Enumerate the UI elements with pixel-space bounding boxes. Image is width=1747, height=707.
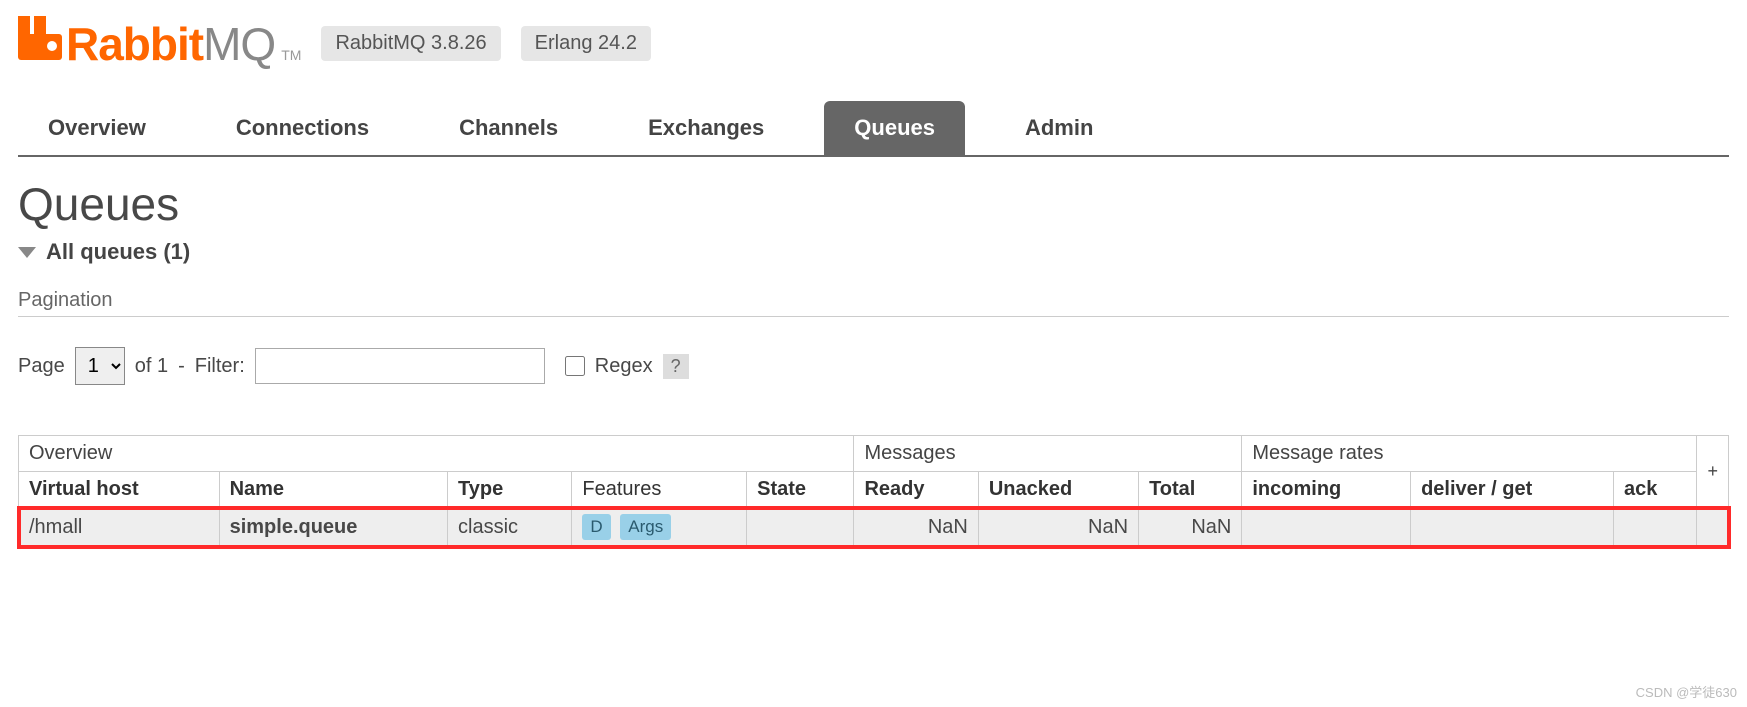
tab-admin[interactable]: Admin <box>995 101 1123 155</box>
col-incoming[interactable]: incoming <box>1242 472 1411 508</box>
logo-text-rabbit: Rabbit <box>66 17 203 71</box>
col-type[interactable]: Type <box>448 472 572 508</box>
section-header[interactable]: All queues (1) <box>18 239 1729 265</box>
page-of-label: of 1 <box>135 355 168 378</box>
logo[interactable]: RabbitMQ TM <box>18 16 301 71</box>
page-title: Queues <box>18 177 1729 231</box>
cell-ack <box>1613 508 1697 547</box>
cell-deliver-get <box>1411 508 1614 547</box>
tab-queues[interactable]: Queues <box>824 101 965 155</box>
feature-badge-d: D <box>582 514 610 540</box>
rabbitmq-version-badge: RabbitMQ 3.8.26 <box>321 26 500 61</box>
filter-dash: - <box>178 355 185 378</box>
cell-type: classic <box>448 508 572 547</box>
col-vhost[interactable]: Virtual host <box>19 472 220 508</box>
filter-row: Page 1 of 1 - Filter: Regex ? <box>18 347 1729 385</box>
header: RabbitMQ TM RabbitMQ 3.8.26 Erlang 24.2 <box>18 16 1729 71</box>
tab-exchanges[interactable]: Exchanges <box>618 101 794 155</box>
cell-features: D Args <box>572 508 747 547</box>
col-features[interactable]: Features <box>572 472 747 508</box>
collapse-icon <box>18 247 36 258</box>
add-column-button[interactable]: + <box>1697 436 1729 508</box>
regex-help-icon[interactable]: ? <box>663 354 689 379</box>
cell-incoming <box>1242 508 1411 547</box>
group-overview: Overview <box>19 436 854 472</box>
col-total[interactable]: Total <box>1139 472 1242 508</box>
watermark: CSDN @学徒630 <box>1636 682 1737 701</box>
nav-tabs: Overview Connections Channels Exchanges … <box>18 101 1729 157</box>
feature-badge-args: Args <box>620 514 671 540</box>
tab-channels[interactable]: Channels <box>429 101 588 155</box>
group-messages: Messages <box>854 436 1242 472</box>
table-column-header: Virtual host Name Type Features State Re… <box>19 472 1729 508</box>
queues-table: Overview Messages Message rates + Virtua… <box>18 435 1729 547</box>
filter-input[interactable] <box>255 348 545 384</box>
col-ack[interactable]: ack <box>1613 472 1697 508</box>
cell-total: NaN <box>1139 508 1242 547</box>
table-row[interactable]: /hmall simple.queue classic D Args NaN N… <box>19 508 1729 547</box>
cell-name[interactable]: simple.queue <box>219 508 447 547</box>
page-select[interactable]: 1 <box>75 347 125 385</box>
page-label: Page <box>18 355 65 378</box>
pagination-label: Pagination <box>18 289 1729 317</box>
col-deliver-get[interactable]: deliver / get <box>1411 472 1614 508</box>
section-title: All queues (1) <box>46 239 190 265</box>
col-state[interactable]: State <box>747 472 854 508</box>
erlang-version-badge: Erlang 24.2 <box>521 26 651 61</box>
rabbitmq-logo-icon <box>18 16 62 65</box>
col-unacked[interactable]: Unacked <box>978 472 1138 508</box>
cell-state <box>747 508 854 547</box>
logo-text-mq: MQ <box>203 17 275 71</box>
logo-tm: TM <box>281 47 301 63</box>
col-ready[interactable]: Ready <box>854 472 978 508</box>
group-rates: Message rates <box>1242 436 1697 472</box>
regex-checkbox[interactable] <box>565 356 585 376</box>
cell-extra <box>1697 508 1729 547</box>
cell-ready: NaN <box>854 508 978 547</box>
cell-unacked: NaN <box>978 508 1138 547</box>
cell-vhost: /hmall <box>19 508 220 547</box>
tab-overview[interactable]: Overview <box>18 101 176 155</box>
col-name[interactable]: Name <box>219 472 447 508</box>
filter-label: Filter: <box>195 355 245 378</box>
table-group-header: Overview Messages Message rates + <box>19 436 1729 472</box>
regex-label: Regex <box>595 355 653 378</box>
tab-connections[interactable]: Connections <box>206 101 399 155</box>
